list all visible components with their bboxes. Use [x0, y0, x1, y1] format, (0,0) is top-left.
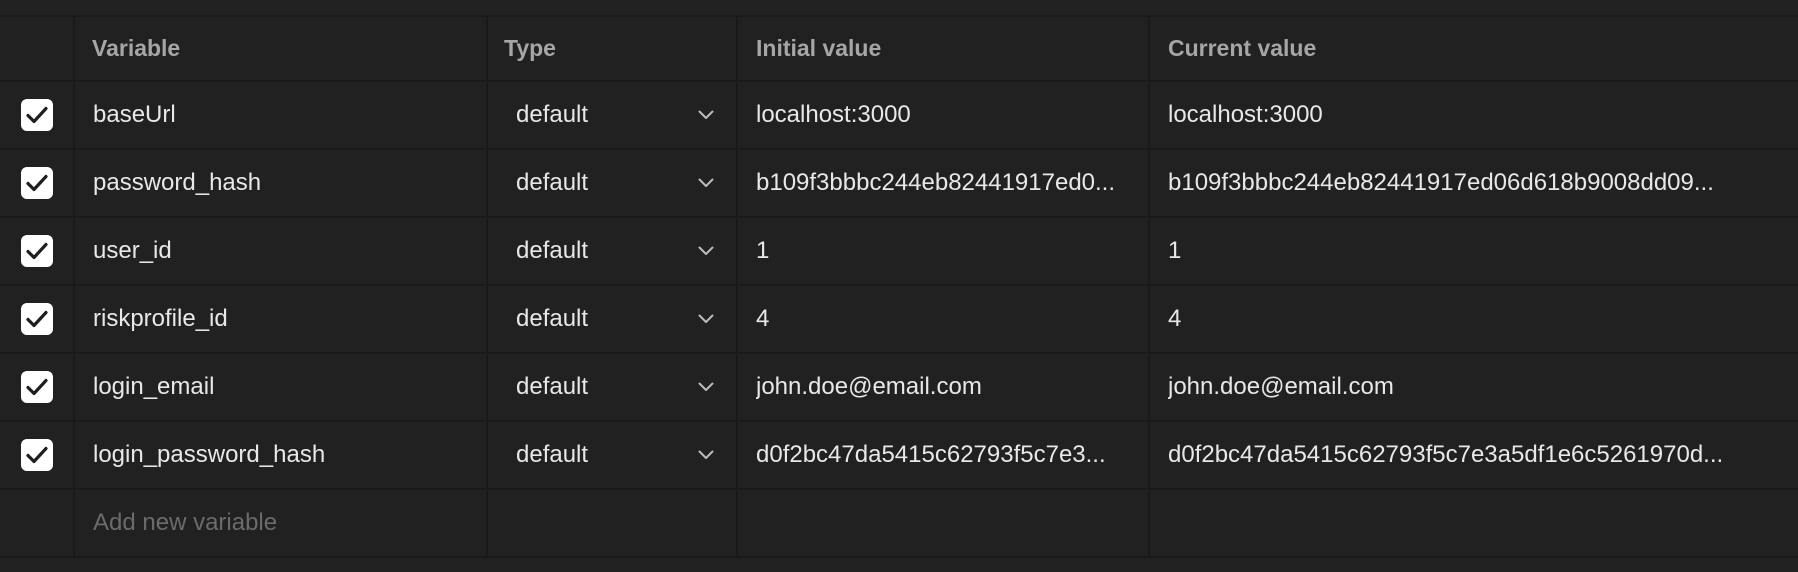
header-checkbox-column	[0, 17, 75, 80]
variable-name-cell[interactable]: baseUrl	[75, 82, 488, 148]
chevron-down-icon	[698, 246, 714, 256]
table-row: baseUrl default localhost:3000 localhost…	[0, 82, 1798, 150]
table-row: user_id default 1 1	[0, 218, 1798, 286]
variable-name-cell[interactable]: password_hash	[75, 150, 488, 216]
variable-name: login_password_hash	[93, 441, 326, 468]
current-value-cell[interactable]: localhost:3000	[1150, 82, 1798, 148]
current-value-cell[interactable]: 1	[1150, 218, 1798, 284]
type-value: default	[516, 441, 589, 468]
empty-type-cell	[488, 490, 738, 556]
current-value: d0f2bc47da5415c62793f5c7e3a5df1e6c526197…	[1168, 441, 1724, 468]
variable-name-cell[interactable]: login_email	[75, 354, 488, 420]
type-value: default	[516, 101, 589, 128]
type-dropdown[interactable]: default	[488, 354, 738, 420]
empty-current-cell	[1150, 490, 1798, 556]
initial-value-cell[interactable]: b109f3bbbc244eb82441917ed0...	[738, 150, 1150, 216]
initial-value: b109f3bbbc244eb82441917ed0...	[756, 169, 1116, 196]
table-row: login_email default john.doe@email.com j…	[0, 354, 1798, 422]
current-value: 1	[1168, 237, 1182, 264]
variable-name-cell[interactable]: login_password_hash	[75, 422, 488, 488]
variable-name-cell[interactable]: riskprofile_id	[75, 286, 488, 352]
checkmark-icon	[25, 310, 48, 328]
row-checkbox-cell	[0, 422, 75, 488]
table-row: riskprofile_id default 4 4	[0, 286, 1798, 354]
current-value: john.doe@email.com	[1168, 373, 1394, 400]
row-checkbox-cell	[0, 150, 75, 216]
variable-name: riskprofile_id	[93, 305, 228, 332]
add-variable-placeholder: Add new variable	[93, 509, 278, 536]
variable-name-cell[interactable]: user_id	[75, 218, 488, 284]
type-dropdown[interactable]: default	[488, 422, 738, 488]
table-row: login_password_hash default d0f2bc47da54…	[0, 422, 1798, 490]
chevron-down-icon	[698, 178, 714, 188]
variable-name: password_hash	[93, 169, 262, 196]
row-checkbox-cell	[0, 286, 75, 352]
enable-checkbox[interactable]	[20, 167, 53, 199]
chevron-down-icon	[698, 314, 714, 324]
initial-value: john.doe@email.com	[756, 373, 982, 400]
chevron-down-icon	[698, 382, 714, 392]
enable-checkbox[interactable]	[20, 99, 53, 131]
checkmark-icon	[25, 378, 48, 396]
type-dropdown[interactable]: default	[488, 218, 738, 284]
enable-checkbox[interactable]	[20, 303, 53, 335]
current-value: b109f3bbbc244eb82441917ed06d618b9008dd09…	[1168, 169, 1714, 196]
initial-value-cell[interactable]: 4	[738, 286, 1150, 352]
enable-checkbox[interactable]	[20, 371, 53, 403]
header-initial-value: Initial value	[738, 17, 1150, 80]
type-value: default	[516, 169, 589, 196]
initial-value-cell[interactable]: 1	[738, 218, 1150, 284]
chevron-down-icon	[698, 450, 714, 460]
type-dropdown[interactable]: default	[488, 82, 738, 148]
type-dropdown[interactable]: default	[488, 150, 738, 216]
row-checkbox-cell	[0, 218, 75, 284]
current-value: 4	[1168, 305, 1182, 332]
variable-name: login_email	[93, 373, 215, 400]
current-value-cell[interactable]: 4	[1150, 286, 1798, 352]
type-value: default	[516, 237, 589, 264]
row-checkbox-cell	[0, 354, 75, 420]
initial-value-cell[interactable]: localhost:3000	[738, 82, 1150, 148]
variable-name: baseUrl	[93, 101, 176, 128]
current-value-cell[interactable]: b109f3bbbc244eb82441917ed06d618b9008dd09…	[1150, 150, 1798, 216]
initial-value: localhost:3000	[756, 101, 911, 128]
initial-value-cell[interactable]: d0f2bc47da5415c62793f5c7e3...	[738, 422, 1150, 488]
initial-value: 1	[756, 237, 770, 264]
type-dropdown[interactable]: default	[488, 286, 738, 352]
checkmark-icon	[25, 446, 48, 464]
header-variable: Variable	[75, 17, 488, 80]
add-variable-input[interactable]: Add new variable	[75, 490, 488, 556]
initial-value: 4	[756, 305, 770, 332]
variables-table: Variable Type Initial value Current valu…	[0, 15, 1798, 558]
enable-checkbox[interactable]	[20, 235, 53, 267]
enable-checkbox[interactable]	[20, 439, 53, 471]
checkmark-icon	[25, 174, 48, 192]
table-header: Variable Type Initial value Current valu…	[0, 17, 1798, 82]
add-variable-row: Add new variable	[0, 490, 1798, 558]
row-checkbox-cell	[0, 82, 75, 148]
current-value-cell[interactable]: john.doe@email.com	[1150, 354, 1798, 420]
chevron-down-icon	[698, 110, 714, 120]
checkmark-icon	[25, 106, 48, 124]
current-value: localhost:3000	[1168, 101, 1323, 128]
header-type: Type	[488, 17, 738, 80]
header-current-value: Current value	[1168, 35, 1317, 61]
current-value-cell[interactable]: d0f2bc47da5415c62793f5c7e3a5df1e6c526197…	[1150, 422, 1798, 488]
row-checkbox-cell	[0, 490, 75, 556]
initial-value: d0f2bc47da5415c62793f5c7e3...	[756, 441, 1106, 468]
type-value: default	[516, 373, 589, 400]
empty-initial-cell	[738, 490, 1150, 556]
variable-name: user_id	[93, 237, 172, 264]
table-row: password_hash default b109f3bbbc244eb824…	[0, 150, 1798, 218]
initial-value-cell[interactable]: john.doe@email.com	[738, 354, 1150, 420]
checkmark-icon	[25, 242, 48, 260]
type-value: default	[516, 305, 589, 332]
